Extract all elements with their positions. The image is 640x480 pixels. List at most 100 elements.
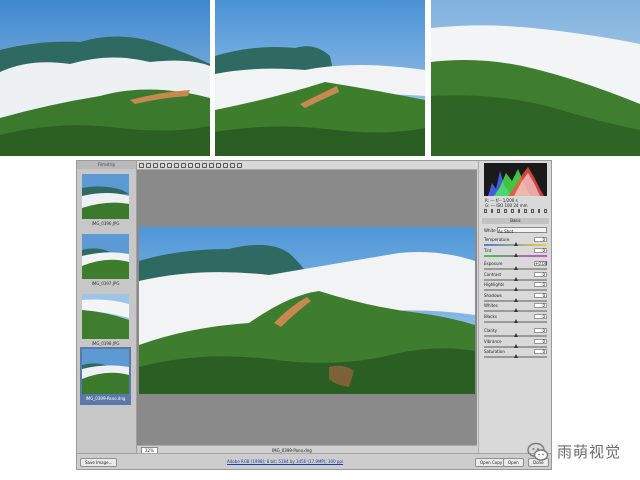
open-image-button[interactable]: Open	[503, 458, 524, 467]
slider-handle[interactable]	[513, 276, 518, 281]
slider-handle[interactable]	[513, 354, 518, 358]
lens-tab-icon[interactable]	[517, 209, 521, 213]
slider-handle[interactable]	[513, 343, 518, 348]
radial-filter-icon[interactable]	[216, 162, 221, 168]
panel-tabs	[484, 209, 548, 215]
histogram	[484, 163, 547, 196]
graduated-filter-icon[interactable]	[209, 162, 214, 168]
filmstrip-thumb-2[interactable]: IMG_0397.JPG	[80, 232, 131, 290]
slider-value-field[interactable]: 0	[534, 237, 547, 242]
slider-value-field[interactable]: 0	[534, 313, 547, 319]
rotate-right-icon[interactable]	[237, 162, 242, 168]
adjustments-panel: R: --- f/-- 1/200 s G: --- ISO 100 24 mm…	[478, 161, 551, 453]
camera-raw-window: Filmstrip IMG_0396.JPG IMG_0397.JPG IMG_…	[76, 160, 552, 470]
zoom-icon[interactable]	[139, 162, 144, 168]
slider-label: Temperature	[484, 237, 510, 242]
straighten-icon[interactable]	[181, 162, 186, 168]
dialog-footer: Save Image... Adobe RGB (1998); 8 bit; 5…	[77, 453, 551, 469]
slider-exposure: Exposure +0.00	[484, 261, 547, 272]
slider-vibrance: Vibrance 0	[484, 338, 547, 350]
detail-tab-icon[interactable]	[497, 209, 501, 213]
thumbnail-image	[82, 349, 129, 394]
preferences-icon[interactable]	[223, 162, 228, 168]
camera-calibration-tab-icon[interactable]	[530, 209, 534, 213]
aerial-photo-3	[431, 0, 640, 156]
slider-handle[interactable]	[513, 252, 518, 257]
slider-label: Shadows	[484, 292, 502, 298]
slider-handle[interactable]	[513, 318, 518, 323]
slider-value-field[interactable]: 0	[534, 271, 547, 277]
thumbnail-image	[82, 174, 129, 219]
slider-value-field[interactable]: 0	[534, 349, 547, 354]
slider-label: Highlights	[484, 282, 505, 287]
effects-tab-icon[interactable]	[524, 209, 527, 213]
watermark-text: 雨萌视觉	[557, 443, 622, 461]
rgb-readout-g: G: --- ISO 100 24 mm	[485, 203, 528, 208]
slider-value-field[interactable]: +0.00	[534, 261, 547, 266]
slider-temperature: Temperature 0	[484, 237, 547, 248]
slider-tint: Tint 0	[484, 247, 547, 259]
white-balance-row: White Balance As Shot	[484, 227, 547, 234]
slider-handle[interactable]	[513, 333, 518, 337]
thumbnail-caption: IMG_0396.JPG	[91, 221, 120, 226]
slider-label: Blacks	[484, 313, 497, 319]
slider-value-field[interactable]: 0	[534, 303, 547, 308]
slider-label: Vibrance	[484, 338, 502, 344]
target-adjust-icon[interactable]	[167, 162, 172, 168]
spot-removal-icon[interactable]	[188, 162, 193, 168]
hand-icon[interactable]	[146, 162, 151, 168]
section-title: Basic	[482, 218, 549, 224]
aerial-photo-1	[0, 0, 210, 156]
hsl-tab-icon[interactable]	[504, 209, 507, 213]
crop-icon[interactable]	[174, 162, 179, 168]
tone-curve-tab-icon[interactable]	[490, 209, 494, 213]
filmstrip-header: Filmstrip	[77, 161, 136, 169]
filmstrip-thumb-4-selected[interactable]: IMG_0399-Pano.dng	[80, 347, 131, 405]
thumbnail-caption: IMG_0397.JPG	[91, 281, 120, 286]
slider-saturation: Saturation 0	[484, 349, 547, 360]
slider-label: Whites	[484, 303, 498, 308]
slider-shadows: Shadows 0	[484, 292, 547, 304]
slider-value-field[interactable]: 0	[534, 292, 547, 298]
basic-tab-icon[interactable]	[484, 209, 487, 213]
slider-label: Exposure	[484, 261, 503, 266]
filmstrip-thumb-1[interactable]: IMG_0396.JPG	[80, 172, 131, 230]
thumbnail-image	[82, 234, 129, 279]
rotate-left-icon[interactable]	[230, 162, 235, 168]
slider-handle[interactable]	[513, 308, 518, 312]
slider-contrast: Contrast 0	[484, 271, 547, 283]
slider-handle[interactable]	[513, 266, 518, 270]
filmstrip-panel: Filmstrip IMG_0396.JPG IMG_0397.JPG IMG_…	[77, 161, 137, 453]
red-eye-icon[interactable]	[195, 162, 200, 168]
slider-value-field[interactable]: 0	[534, 328, 547, 333]
slider-value-field[interactable]: 0	[534, 282, 547, 287]
tool-bar	[137, 161, 477, 170]
slider-label: Tint	[484, 247, 492, 253]
preview-canvas[interactable]	[137, 170, 477, 445]
slider-value-field[interactable]: 0	[534, 247, 547, 253]
presets-tab-icon[interactable]	[537, 209, 541, 213]
slider-handle[interactable]	[513, 287, 518, 291]
aerial-photo-2	[215, 0, 425, 156]
color-sampler-icon[interactable]	[160, 162, 165, 168]
workflow-options-link[interactable]: Adobe RGB (1998); 8 bit; 5184 by 3456 (1…	[227, 459, 343, 465]
thumbnail-caption: IMG_0399-Pano.dng	[85, 396, 126, 401]
slider-handle[interactable]	[513, 297, 518, 302]
save-image-button[interactable]: Save Image...	[80, 458, 118, 467]
slider-whites: Whites 0	[484, 303, 547, 314]
slider-blacks: Blacks 0	[484, 313, 547, 325]
split-toning-tab-icon[interactable]	[510, 209, 514, 213]
adjustment-brush-icon[interactable]	[202, 162, 207, 168]
slider-label: Contrast	[484, 271, 502, 277]
slider-highlights: Highlights 0	[484, 282, 547, 293]
white-balance-icon[interactable]	[153, 162, 158, 168]
white-balance-dropdown[interactable]: As Shot	[497, 227, 547, 234]
snapshots-tab-icon[interactable]	[544, 209, 548, 213]
thumbnail-image	[82, 294, 129, 339]
slider-handle[interactable]	[513, 242, 518, 246]
slider-value-field[interactable]: 0	[534, 338, 547, 344]
preview-image	[139, 227, 475, 394]
slider-clarity: Clarity 0	[484, 328, 547, 339]
watermark: 雨萌视觉	[527, 439, 627, 465]
filmstrip-thumb-3[interactable]: IMG_0398.JPG	[80, 292, 131, 350]
